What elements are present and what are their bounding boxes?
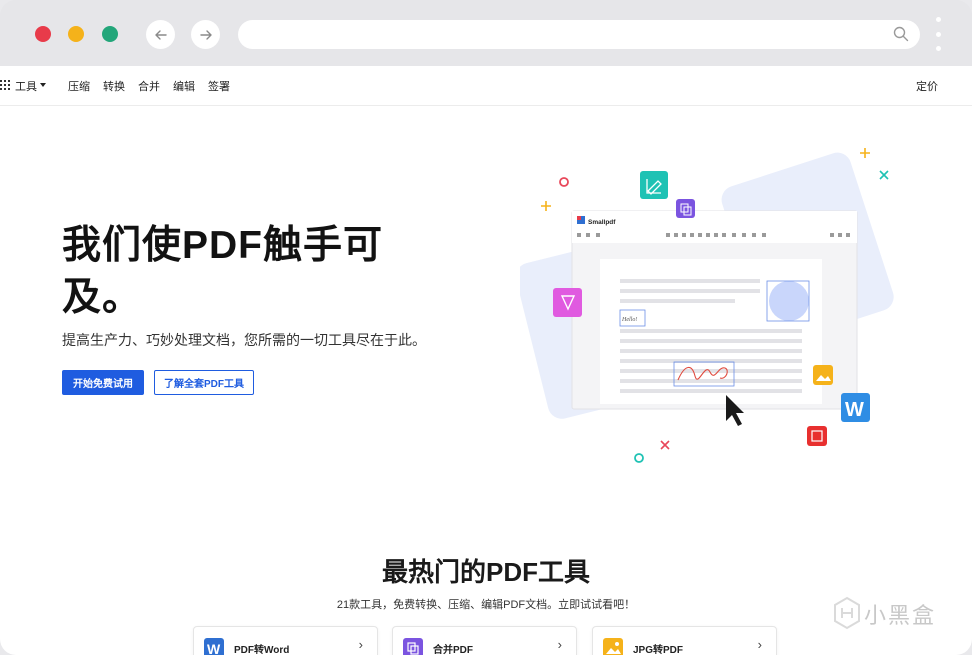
- nav-item-convert[interactable]: 转换: [103, 78, 125, 94]
- close-window-dot[interactable]: [35, 26, 51, 42]
- start-free-trial-button[interactable]: 开始免费试用: [62, 370, 144, 395]
- arrow-right-icon: [199, 29, 212, 40]
- nav-tools[interactable]: 工具: [15, 78, 37, 94]
- circle-shape: [769, 281, 809, 321]
- watermark-text: 小黑盒: [864, 603, 937, 628]
- svg-text:W: W: [845, 399, 864, 421]
- confetti: [860, 148, 870, 158]
- crop-icon: [807, 426, 827, 446]
- popular-tools-subtitle: 21款工具，免费转换、压缩、编辑PDF文档。立即试试看吧！: [336, 599, 636, 611]
- kebab-menu-icon[interactable]: [933, 17, 943, 51]
- confetti: [541, 201, 551, 211]
- chevron-right-icon: ›: [557, 637, 562, 652]
- arrow-left-icon: [154, 29, 167, 40]
- tool-card-pdf-to-word[interactable]: W PDF转Word ›: [193, 626, 378, 655]
- image-icon: [813, 365, 833, 385]
- address-bar[interactable]: [238, 20, 920, 49]
- merge-icon: [403, 638, 423, 655]
- confetti: [559, 177, 569, 187]
- explore-tools-button[interactable]: 了解全套PDF工具: [154, 370, 254, 395]
- tool-card-jpg-to-pdf[interactable]: JPG转PDF ›: [592, 626, 777, 655]
- svg-text:W: W: [207, 641, 221, 655]
- hero-title: 我们使PDF触手可及。: [62, 224, 384, 319]
- hero-subtitle: 提高生产力、巧妙处理文档，您所需的一切工具尽在于此。: [62, 332, 426, 348]
- confetti: [879, 170, 889, 180]
- nav-item-compress[interactable]: 压缩: [68, 78, 90, 94]
- tool-card-label: 合并PDF: [433, 645, 473, 655]
- chevron-down-icon[interactable]: [40, 83, 46, 87]
- image-icon: [603, 638, 623, 655]
- maximize-window-dot[interactable]: [102, 26, 118, 42]
- tool-card-label: JPG转PDF: [633, 645, 684, 655]
- confetti: [634, 453, 644, 463]
- word-icon: W: [204, 638, 224, 655]
- chevron-right-icon: ›: [757, 637, 762, 652]
- forward-button[interactable]: [191, 20, 220, 49]
- nav-item-edit[interactable]: 编辑: [173, 78, 195, 94]
- sign-pen-icon: [553, 288, 582, 317]
- nav-item-merge[interactable]: 合并: [138, 78, 160, 94]
- site-navigation: 工具 压缩 转换 合并 编辑 签署 定价: [0, 66, 972, 106]
- tool-card-merge-pdf[interactable]: 合并PDF ›: [392, 626, 577, 655]
- apps-grid-icon[interactable]: [0, 80, 10, 90]
- search-icon[interactable]: [892, 25, 910, 43]
- back-button[interactable]: [146, 20, 175, 49]
- app-toolbar: [572, 211, 857, 243]
- browser-window: 工具 压缩 转换 合并 编辑 签署 定价 我们使PDF触手可及。 提高生产力、巧…: [0, 0, 972, 655]
- browser-toolbar: [0, 0, 972, 66]
- sample-text: Hello!: [621, 317, 637, 323]
- watermark-logo-icon: [834, 596, 860, 630]
- minimize-window-dot[interactable]: [68, 26, 84, 42]
- nav-item-sign[interactable]: 签署: [208, 78, 230, 94]
- nav-item-pricing[interactable]: 定价: [916, 78, 938, 94]
- hero-illustration: Smallpdf Hello! W: [520, 148, 894, 463]
- popular-tools-title: 最热门的PDF工具: [381, 557, 590, 587]
- confetti: [660, 440, 670, 450]
- tool-card-label: PDF转Word: [234, 645, 290, 655]
- web-page: 工具 压缩 转换 合并 编辑 签署 定价 我们使PDF触手可及。 提高生产力、巧…: [0, 66, 972, 655]
- chevron-right-icon: ›: [358, 637, 363, 652]
- app-name: Smallpdf: [588, 219, 616, 226]
